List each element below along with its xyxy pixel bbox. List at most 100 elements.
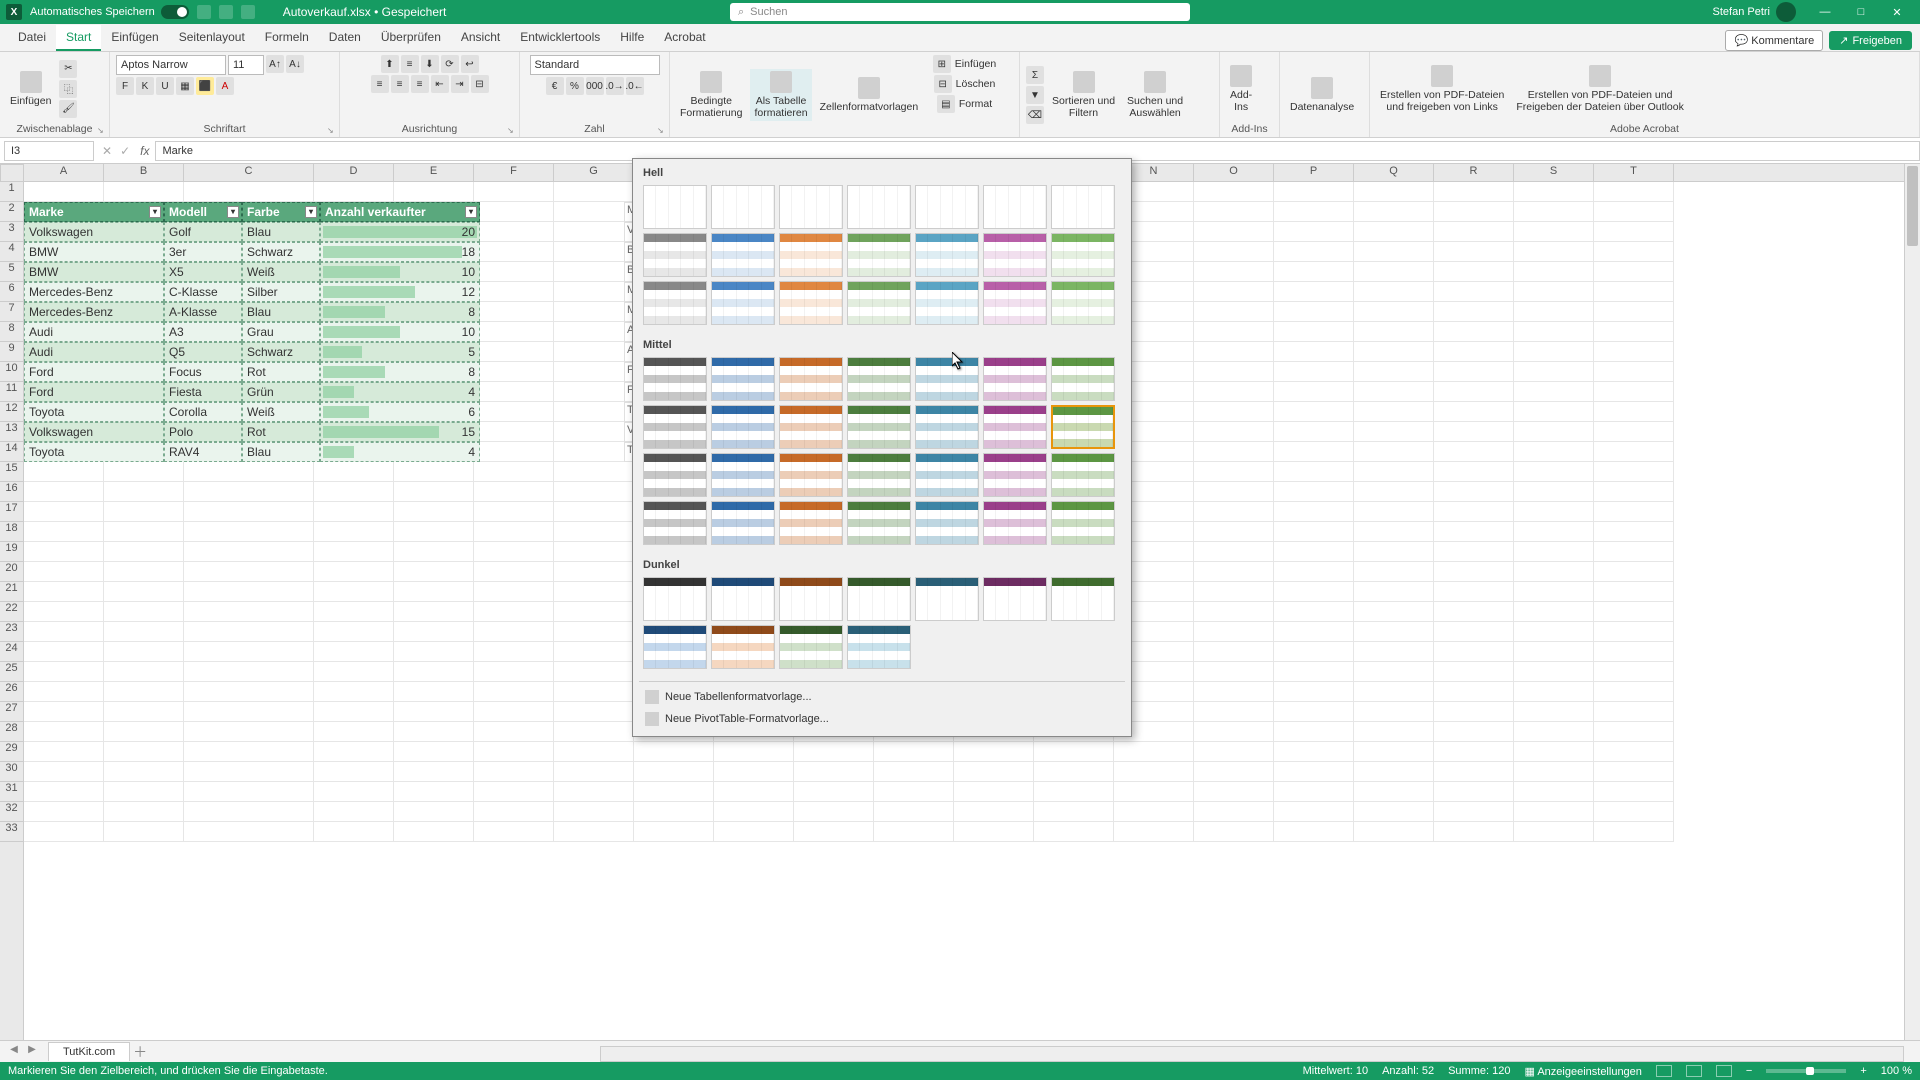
cell[interactable] — [554, 242, 634, 262]
cell[interactable] — [1274, 322, 1354, 342]
scrollbar-thumb[interactable] — [1907, 166, 1918, 246]
cell[interactable] — [1434, 402, 1514, 422]
table-style-thumb[interactable] — [643, 405, 707, 449]
cell[interactable] — [1274, 602, 1354, 622]
cell[interactable] — [1194, 582, 1274, 602]
cell[interactable] — [394, 762, 474, 782]
table-cell[interactable]: Ford — [24, 362, 164, 382]
cell[interactable] — [314, 782, 394, 802]
cell[interactable] — [1194, 742, 1274, 762]
filename[interactable]: Autoverkauf.xlsx • Gespeichert — [283, 5, 447, 19]
row-header[interactable]: 25 — [0, 662, 23, 682]
table-style-thumb[interactable] — [983, 281, 1047, 325]
table-style-thumb[interactable] — [711, 281, 775, 325]
cell[interactable] — [474, 602, 554, 622]
cell[interactable] — [1194, 202, 1274, 222]
cell[interactable] — [874, 762, 954, 782]
cell[interactable] — [1594, 782, 1674, 802]
fill-color-button[interactable]: ⬛ — [196, 77, 214, 95]
table-style-thumb[interactable] — [643, 453, 707, 497]
table-cell[interactable]: Blau — [242, 222, 320, 242]
cell[interactable] — [1434, 822, 1514, 842]
cell[interactable] — [714, 802, 794, 822]
cell[interactable] — [1594, 502, 1674, 522]
table-style-thumb[interactable] — [711, 185, 775, 229]
format-cells-button[interactable]: ▤Format — [937, 95, 992, 113]
tab-entwicklertools[interactable]: Entwicklertools — [510, 25, 610, 51]
table-style-thumb[interactable] — [1051, 185, 1115, 229]
table-cell[interactable]: Volkswagen — [24, 422, 164, 442]
data-analysis-button[interactable]: Datenanalyse — [1286, 75, 1358, 115]
cell[interactable] — [1594, 322, 1674, 342]
row-header[interactable]: 13 — [0, 422, 23, 442]
cell[interactable] — [1434, 282, 1514, 302]
page-layout-view-button[interactable] — [1686, 1065, 1702, 1077]
cell[interactable] — [1194, 222, 1274, 242]
number-format-select[interactable]: Standard — [530, 55, 660, 75]
cell[interactable] — [554, 622, 634, 642]
table-style-thumb[interactable] — [847, 501, 911, 545]
align-bottom-button[interactable]: ⬇ — [421, 55, 439, 73]
cell[interactable] — [1274, 262, 1354, 282]
cell[interactable] — [1434, 422, 1514, 442]
cell[interactable] — [1514, 182, 1594, 202]
cell[interactable] — [1594, 422, 1674, 442]
row-header[interactable]: 21 — [0, 582, 23, 602]
cell[interactable] — [1434, 262, 1514, 282]
cell[interactable] — [1354, 382, 1434, 402]
cell[interactable] — [474, 502, 554, 522]
cell[interactable] — [1434, 202, 1514, 222]
cell[interactable] — [1514, 442, 1594, 462]
cell[interactable] — [24, 542, 104, 562]
sheet-tab[interactable]: TutKit.com — [48, 1042, 130, 1061]
cell[interactable] — [474, 662, 554, 682]
copy-button[interactable]: ⿻ — [59, 80, 77, 98]
cell[interactable] — [1594, 382, 1674, 402]
cell[interactable] — [554, 662, 634, 682]
cell[interactable] — [1274, 622, 1354, 642]
cell[interactable] — [1594, 302, 1674, 322]
table-style-thumb[interactable] — [779, 185, 843, 229]
cell[interactable] — [104, 722, 184, 742]
cell[interactable] — [184, 702, 314, 722]
cell[interactable] — [474, 342, 554, 362]
cell[interactable] — [554, 322, 634, 342]
column-header[interactable]: E — [394, 164, 474, 181]
row-header[interactable]: 10 — [0, 362, 23, 382]
cell[interactable] — [714, 782, 794, 802]
cell[interactable] — [1274, 522, 1354, 542]
cell[interactable] — [1194, 662, 1274, 682]
normal-view-button[interactable] — [1656, 1065, 1672, 1077]
sheet-nav-next[interactable]: ▶ — [24, 1044, 40, 1060]
table-header[interactable]: Modell▾ — [164, 202, 242, 222]
cell[interactable] — [184, 782, 314, 802]
cell[interactable] — [184, 482, 314, 502]
cell[interactable] — [1274, 382, 1354, 402]
cell[interactable] — [474, 282, 554, 302]
cell[interactable] — [314, 742, 394, 762]
cell[interactable] — [314, 722, 394, 742]
cell[interactable] — [1514, 342, 1594, 362]
dialog-launcher-icon[interactable]: ↘ — [507, 126, 517, 136]
cell[interactable] — [474, 762, 554, 782]
cell[interactable] — [1514, 782, 1594, 802]
cell[interactable] — [394, 662, 474, 682]
dialog-launcher-icon[interactable]: ↘ — [97, 126, 107, 136]
cell[interactable] — [1194, 182, 1274, 202]
cell[interactable] — [1034, 782, 1114, 802]
table-cell[interactable]: 12 — [320, 282, 480, 302]
cell[interactable] — [1034, 762, 1114, 782]
cell[interactable] — [1034, 822, 1114, 842]
maximize-button[interactable]: □ — [1844, 3, 1878, 21]
cell[interactable] — [1594, 442, 1674, 462]
cell[interactable] — [1434, 562, 1514, 582]
cell[interactable] — [714, 762, 794, 782]
cell[interactable] — [1274, 682, 1354, 702]
cell[interactable] — [314, 562, 394, 582]
cell[interactable] — [1354, 822, 1434, 842]
cell[interactable] — [1434, 462, 1514, 482]
sort-filter-button[interactable]: Sortieren und Filtern — [1048, 69, 1119, 121]
table-style-thumb[interactable] — [915, 281, 979, 325]
cell[interactable] — [1354, 482, 1434, 502]
row-header[interactable]: 8 — [0, 322, 23, 342]
